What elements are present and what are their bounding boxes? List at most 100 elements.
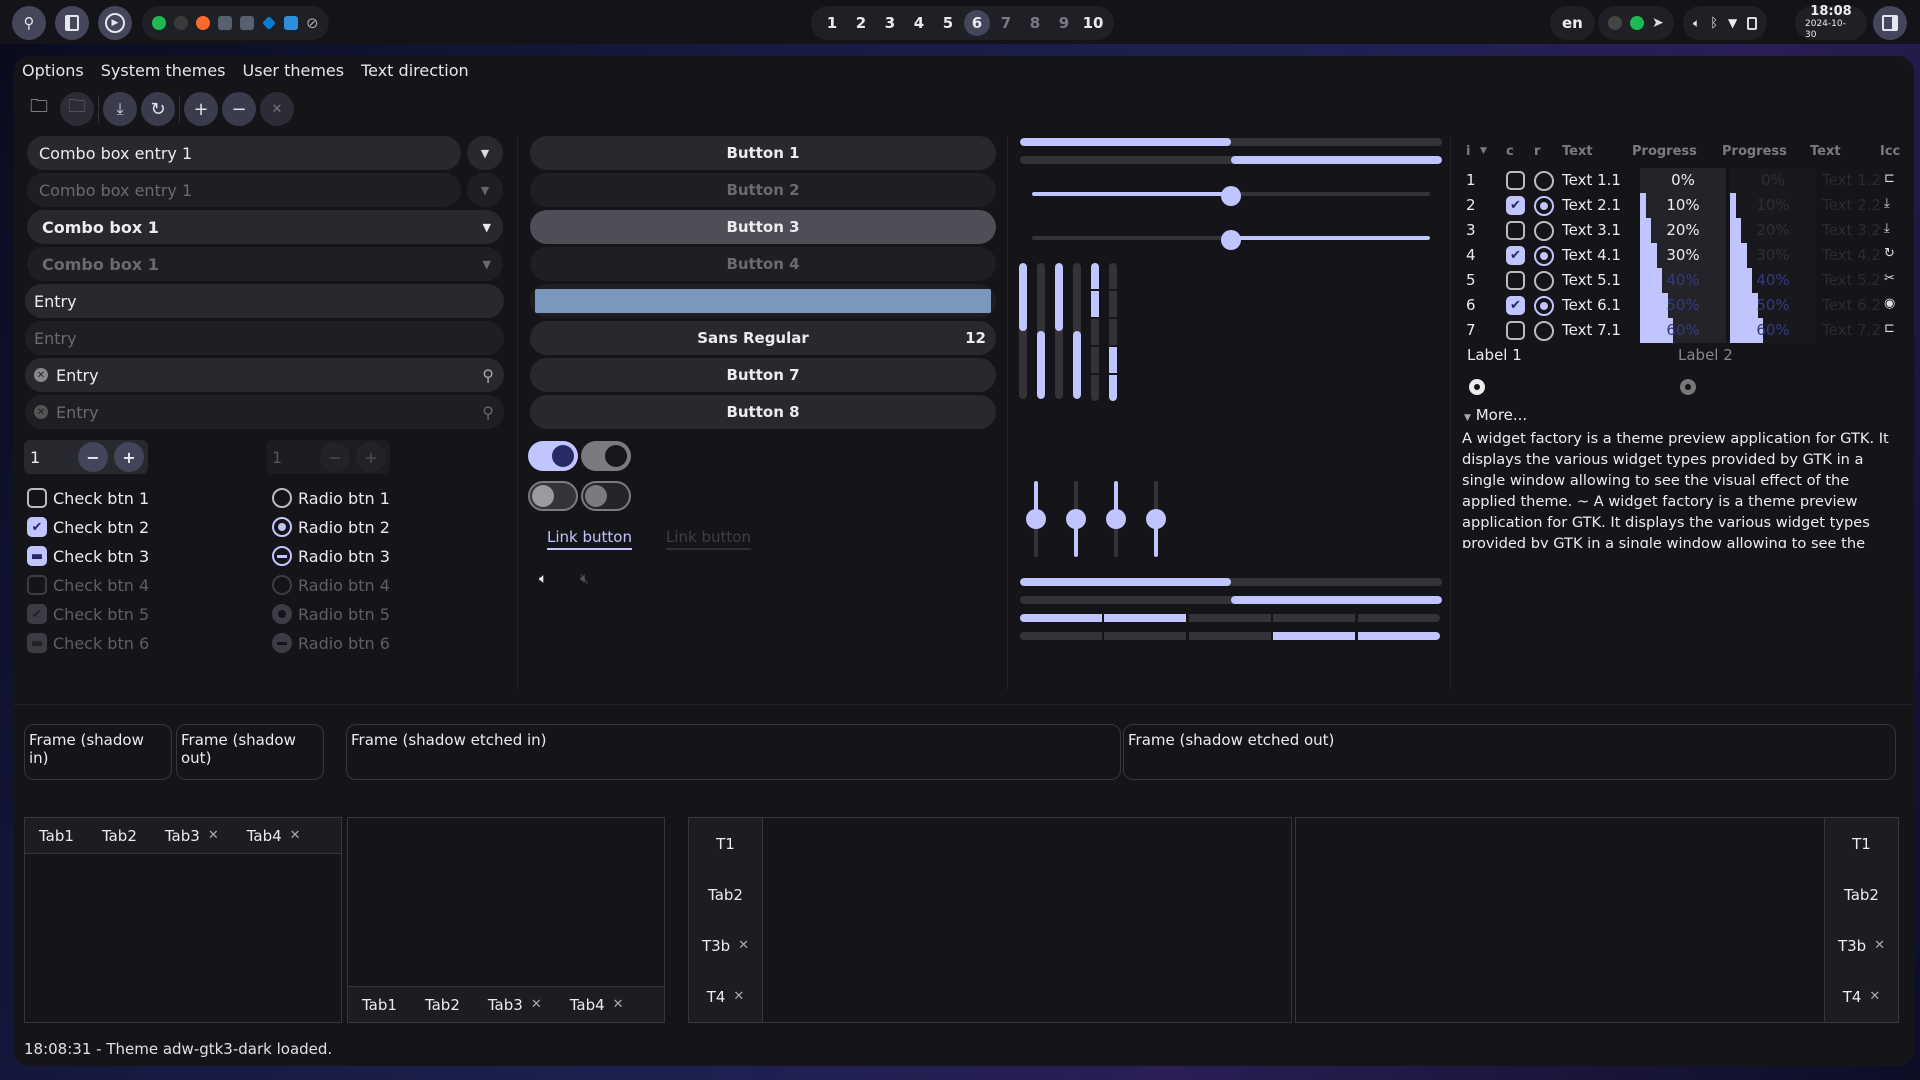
link-button[interactable]: Link button [547,528,632,550]
close-tab-icon[interactable]: ✕ [613,997,624,1012]
combo-entry[interactable]: Combo box entry 1 [27,136,461,170]
radio-icon[interactable] [1534,296,1554,316]
button-1[interactable]: Button 1 [530,136,996,170]
table-row[interactable]: 4 ✔ Text 4.1 30% 30% Text 4.2 ↻ [1454,243,1895,268]
workspace-5[interactable]: 5 [935,10,961,36]
workspace-1[interactable]: 1 [819,10,845,36]
scale-slider[interactable] [1221,230,1241,250]
scale-slider[interactable] [1026,509,1046,529]
check-button[interactable]: Check btn 1 [27,488,149,508]
workspace-9[interactable]: 9 [1051,10,1077,36]
tab-tab3[interactable]: Tab3 ✕ [151,827,233,845]
obs-tray-icon[interactable] [1608,16,1622,30]
workspace-7[interactable]: 7 [993,10,1019,36]
color-button[interactable] [530,284,996,318]
combo-entry-dropdown[interactable]: ▼ [467,136,503,170]
media-play-button[interactable]: ▶ [98,6,132,40]
checkbox-icon[interactable] [1506,321,1525,340]
button-8[interactable]: Button 8 [530,395,996,429]
checkbox-icon[interactable] [1506,271,1525,290]
keyboard-layout-indicator[interactable]: en [1550,6,1595,40]
tab-tab2[interactable]: Tab2 [88,827,151,845]
menu-text-direction[interactable]: Text direction [361,61,469,80]
checkbox-icon[interactable] [1506,171,1525,190]
check-button[interactable]: ✔ Check btn 2 [27,517,149,537]
column-header[interactable]: i [1466,144,1470,159]
tab-t3b[interactable]: T3b ✕ [688,937,763,955]
column-header[interactable]: Progress [1722,144,1787,159]
column-header[interactable]: c [1506,144,1514,159]
tab-tab4[interactable]: Tab4 ✕ [233,827,315,845]
folder-icon[interactable] [218,16,232,30]
search-entry[interactable]: ✕ Entry ⚲ [25,358,504,392]
spotify-tray-icon[interactable] [1630,16,1644,30]
spin-decrement[interactable]: − [78,442,108,472]
scale-slider[interactable] [1221,186,1241,206]
clock[interactable]: 18:08 2024-10-30 [1795,5,1867,40]
table-row[interactable]: 3 Text 3.1 20% 20% Text 3.2 ⤓ [1454,218,1894,243]
obs-icon[interactable] [174,16,188,30]
checkbox-icon[interactable]: ✔ [1506,246,1525,265]
expander[interactable]: ▼ More... [1464,406,1527,424]
open-button[interactable]: 🗀︎ [22,92,56,126]
button-3[interactable]: Button 3 [530,210,996,244]
table-row[interactable]: 2 ✔ Text 2.1 10% 10% Text 2.2 ⤓ [1454,193,1894,218]
button-7[interactable]: Button 7 [530,358,996,392]
radio-icon[interactable] [1534,246,1554,266]
checkbox-icon[interactable]: ✔ [1506,196,1525,215]
spotify-icon[interactable] [152,16,166,30]
radio-icon[interactable] [1534,221,1554,241]
switch-off[interactable] [528,481,578,511]
menu-options[interactable]: Options [22,61,84,80]
workspace-2[interactable]: 2 [848,10,874,36]
switch-on[interactable] [528,441,578,471]
files-icon[interactable] [284,16,298,30]
tab-t1[interactable]: T1 [702,835,749,853]
workspace-4[interactable]: 4 [906,10,932,36]
vscode-icon[interactable] [262,16,276,30]
column-header[interactable]: Text [1810,144,1841,159]
close-tab-icon[interactable]: ✕ [531,997,542,1012]
scale-slider[interactable] [1066,509,1086,529]
tab-tab4[interactable]: Tab4 ✕ [556,996,638,1014]
menu-user-themes[interactable]: User themes [243,61,345,80]
text-view[interactable]: A widget factory is a theme preview appl… [1462,428,1892,548]
scale-slider[interactable] [1106,509,1126,529]
column-header[interactable]: Text [1562,144,1593,159]
check-button[interactable]: ▬ Check btn 3 [27,546,149,566]
close-tab-icon[interactable]: ✕ [738,938,749,953]
close-tab-icon[interactable]: ✕ [1874,938,1885,953]
tab-t3b[interactable]: T3b ✕ [1824,937,1899,955]
radio-button[interactable]: Radio btn 2 [272,517,390,537]
menu-system-themes[interactable]: System themes [101,61,226,80]
telegram-icon[interactable]: ➤ [1652,15,1664,31]
right-panel-toggle[interactable] [1873,6,1907,40]
radio-icon[interactable] [1534,271,1554,291]
add-button[interactable]: + [184,92,218,126]
column-header[interactable]: Progress [1632,144,1697,159]
folder-icon[interactable] [240,16,254,30]
scale-slider[interactable] [1146,509,1166,529]
workspace-10[interactable]: 10 [1080,10,1106,36]
tab-tab2[interactable]: Tab2 [1830,886,1893,904]
search-button[interactable]: ⚲ [12,6,46,40]
workspace-6[interactable]: 6 [964,10,990,36]
radio-button[interactable]: Radio btn 1 [272,488,390,508]
radio-icon[interactable] [1534,321,1554,341]
tab-t4[interactable]: T4 ✕ [1829,988,1895,1006]
radio-icon[interactable] [1534,196,1554,216]
font-button[interactable]: Sans Regular 12 [530,321,996,355]
column-header[interactable]: Icc [1880,144,1900,159]
table-row[interactable]: 6 ✔ Text 6.1 50% 50% Text 6.2 ◉ [1454,293,1895,318]
tab-tab2[interactable]: Tab2 [694,886,757,904]
column-header[interactable]: r [1534,144,1540,159]
close-tab-icon[interactable]: ✕ [208,828,219,843]
spin-increment[interactable]: + [114,442,144,472]
spin-button[interactable]: 1 − + [24,440,148,474]
close-tab-icon[interactable]: ✕ [733,989,744,1004]
clear-icon[interactable]: ✕ [34,368,48,382]
radio-button[interactable]: Radio btn 3 [272,546,390,566]
checkbox-icon[interactable]: ✔ [1506,296,1525,315]
workspace-3[interactable]: 3 [877,10,903,36]
table-row[interactable]: 5 Text 5.1 40% 40% Text 5.2 ✂ [1454,268,1895,293]
